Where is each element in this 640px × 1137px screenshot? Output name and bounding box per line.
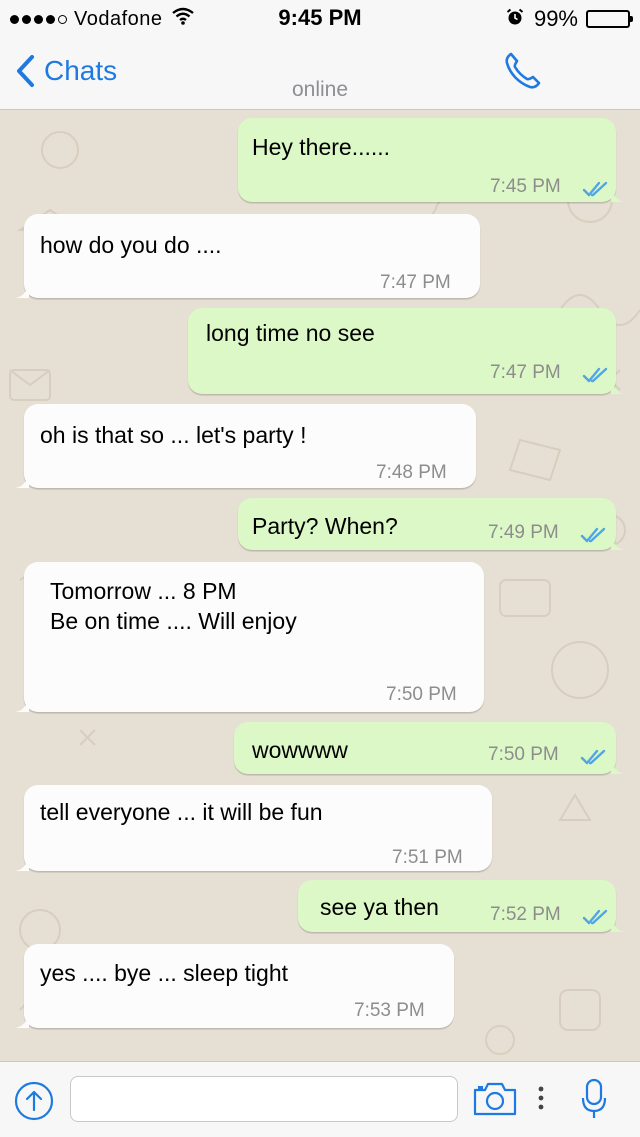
bubble-tail xyxy=(611,378,625,394)
message-text: see ya then xyxy=(320,894,439,920)
message-text: Tomorrow ... 8 PM Be on time .... Will e… xyxy=(50,578,297,634)
outgoing-message-bubble[interactable]: wowwww 7:50 PM xyxy=(234,722,625,774)
incoming-message-bubble[interactable]: Tomorrow ... 8 PM Be on time .... Will e… xyxy=(15,562,484,712)
bubble-tail xyxy=(611,186,625,202)
input-bar xyxy=(0,1061,640,1137)
more-dots-icon xyxy=(538,1086,544,1110)
bubble-tail xyxy=(611,916,625,932)
message-time: 7:49 PM xyxy=(488,522,559,543)
read-ticks-icon xyxy=(580,749,606,765)
bubble-tail xyxy=(15,282,29,298)
incoming-message-bubble[interactable]: tell everyone ... it will be fun 7:51 PM xyxy=(15,785,492,871)
status-bar: Vodafone 9:45 PM 99% xyxy=(0,0,640,36)
outgoing-message-bubble[interactable]: long time no see 7:47 PM xyxy=(188,308,625,394)
message-text: tell everyone ... it will be fun xyxy=(40,799,323,825)
outgoing-message-bubble[interactable]: Hey there...... 7:45 PM xyxy=(238,118,625,202)
phone-icon xyxy=(505,52,541,89)
message-time: 7:47 PM xyxy=(380,272,451,293)
message-time: 7:45 PM xyxy=(490,176,561,197)
camera-icon xyxy=(473,1082,517,1116)
chat-area[interactable]: Hey there...... 7:45 PM how do you do ....… xyxy=(0,110,640,1061)
message-text: Hey there...... xyxy=(252,134,391,160)
message-time: 7:47 PM xyxy=(490,362,561,383)
message-time: 7:50 PM xyxy=(386,684,457,705)
bubble-tail xyxy=(15,1012,29,1028)
call-button[interactable] xyxy=(502,50,544,97)
incoming-message-bubble[interactable]: oh is that so ... let's party ! 7:48 PM xyxy=(15,404,476,488)
bubble-tail xyxy=(15,472,29,488)
message-text: wowwww xyxy=(252,737,348,763)
message-time: 7:50 PM xyxy=(488,744,559,765)
microphone-icon xyxy=(581,1078,607,1118)
status-right: 99% xyxy=(506,6,633,32)
incoming-message-bubble[interactable]: how do you do .... 7:47 PM xyxy=(15,214,480,298)
bubble-tail xyxy=(611,534,625,550)
bubble-tail xyxy=(15,855,29,871)
camera-button[interactable] xyxy=(472,1081,518,1122)
battery-percent: 99% xyxy=(533,6,578,31)
upload-button[interactable] xyxy=(14,1081,54,1126)
message-text: how do you do .... xyxy=(40,232,222,258)
message-time: 7:53 PM xyxy=(354,1000,425,1021)
message-text: long time no see xyxy=(206,320,375,346)
bubble-tail xyxy=(611,758,625,774)
incoming-message-bubble[interactable]: yes .... bye ... sleep tight 7:53 PM xyxy=(15,944,454,1028)
outgoing-message-bubble[interactable]: see ya then 7:52 PM xyxy=(298,880,625,932)
message-text: oh is that so ... let's party ! xyxy=(40,422,307,448)
upload-arrow-icon xyxy=(14,1081,54,1121)
microphone-button[interactable] xyxy=(581,1078,607,1125)
message-text: Party? When? xyxy=(252,513,398,539)
message-time: 7:52 PM xyxy=(490,904,561,925)
battery-icon xyxy=(586,10,633,28)
message-time: 7:48 PM xyxy=(376,462,447,483)
more-options-button[interactable] xyxy=(536,1084,546,1119)
contact-status: online xyxy=(291,78,349,101)
message-time: 7:51 PM xyxy=(392,847,463,868)
nav-bar: Chats online xyxy=(0,36,640,110)
read-ticks-icon xyxy=(582,909,608,925)
alarm-icon xyxy=(506,6,524,32)
outgoing-message-bubble[interactable]: Party? When? 7:49 PM xyxy=(238,498,625,550)
read-ticks-icon xyxy=(582,367,608,383)
bubble-tail xyxy=(15,696,29,712)
message-text: yes .... bye ... sleep tight xyxy=(40,960,289,986)
read-ticks-icon xyxy=(582,181,608,197)
read-ticks-icon xyxy=(580,527,606,543)
message-input[interactable] xyxy=(70,1076,458,1122)
